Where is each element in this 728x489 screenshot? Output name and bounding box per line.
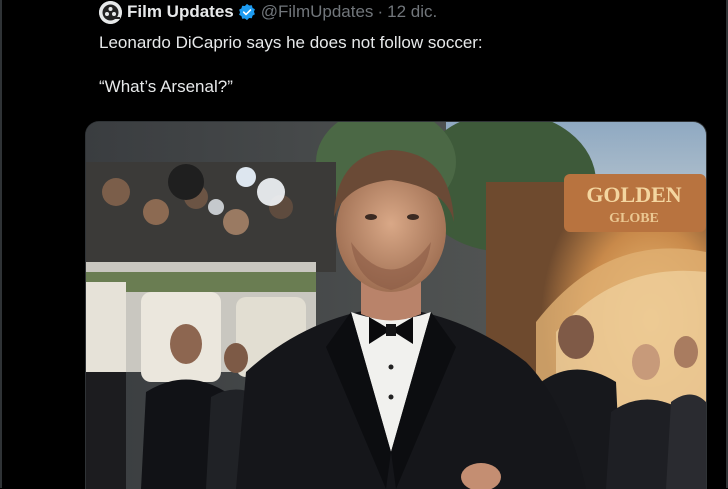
tweet-header: Film Updates @FilmUpdates · 12 dic. [99, 0, 437, 24]
tweet-text: Leonardo DiCaprio says he does not follo… [99, 33, 699, 97]
author-name[interactable]: Film Updates [127, 2, 234, 22]
timeline-left-border [0, 0, 2, 488]
tweet-photo[interactable]: GOLDEN GLOBE [85, 121, 707, 489]
tweet-date[interactable]: 12 dic. [387, 2, 437, 22]
author-handle[interactable]: @FilmUpdates [261, 2, 374, 22]
tweet-text-line-1: Leonardo DiCaprio says he does not follo… [99, 33, 483, 52]
sign-text-line-1: GOLDEN [586, 182, 681, 207]
verified-badge-icon [238, 3, 256, 21]
avatar-icon[interactable] [99, 0, 122, 24]
separator-dot: · [377, 2, 384, 21]
tweet-text-line-2: “What’s Arsenal?” [99, 77, 233, 96]
sign-text-line-2: GLOBE [609, 211, 659, 226]
